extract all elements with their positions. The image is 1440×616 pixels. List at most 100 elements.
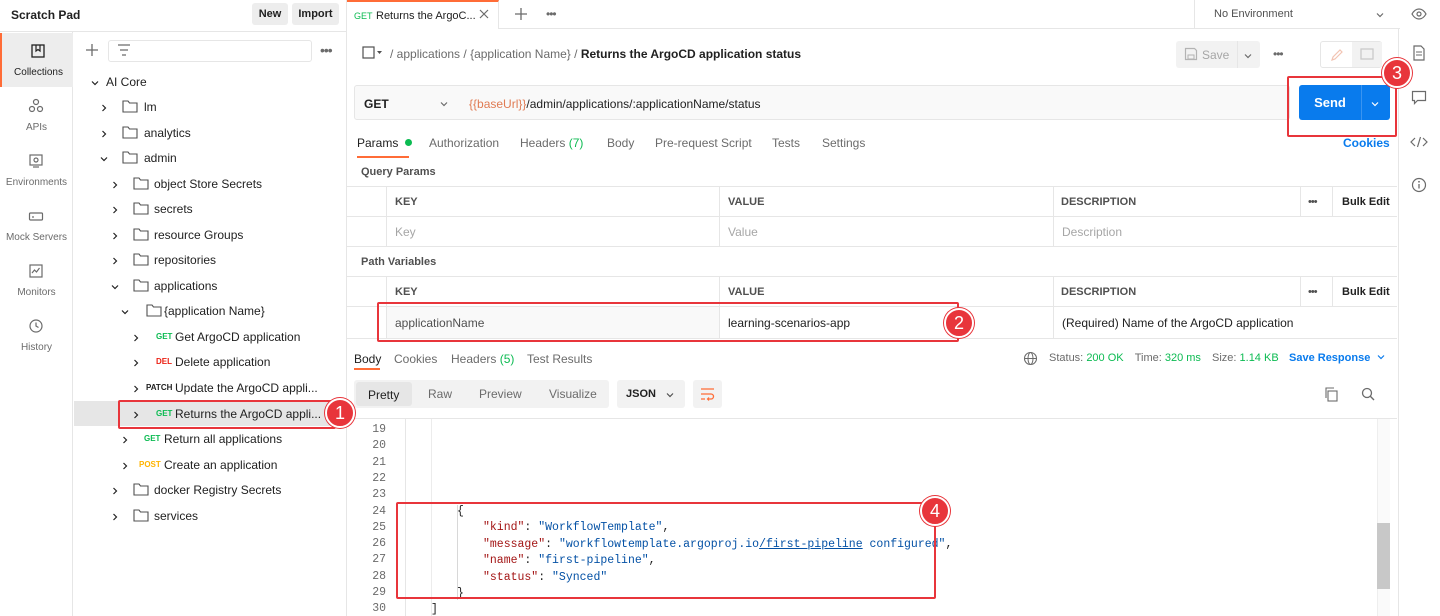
request-more-icon[interactable]: •••	[1273, 47, 1284, 61]
chevron-right-icon[interactable]	[110, 255, 120, 265]
chevron-right-icon[interactable]	[120, 460, 130, 470]
bulk-edit-link[interactable]: Bulk Edit	[1342, 196, 1390, 208]
tree-folder[interactable]: secrets	[74, 196, 346, 221]
response-tab-cookies[interactable]: Cookies	[394, 352, 437, 366]
save-response-button[interactable]: Save Response	[1289, 352, 1386, 364]
time-label: Time:	[1134, 352, 1162, 364]
method-select[interactable]: GET	[354, 85, 458, 120]
tree-folder[interactable]: resource Groups	[74, 222, 346, 247]
path-variable-description[interactable]: (Required) Name of the ArgoCD applicatio…	[1062, 316, 1293, 330]
monitors-icon	[28, 263, 44, 279]
view-visualize[interactable]: Visualize	[549, 387, 597, 401]
response-tab-headers[interactable]: Headers (5)	[451, 352, 514, 366]
tree-root[interactable]: AI Core	[74, 69, 346, 94]
save-button[interactable]: Save	[1176, 41, 1260, 68]
chevron-right-icon[interactable]	[110, 204, 120, 214]
view-pretty[interactable]: Pretty	[356, 382, 412, 406]
tabs-more-icon[interactable]: •••	[546, 7, 557, 21]
chevron-right-icon[interactable]	[110, 230, 120, 240]
more-options-icon[interactable]: •••	[320, 42, 333, 58]
tree-folder[interactable]: lm	[74, 94, 346, 119]
rail-mock-servers[interactable]: Mock Servers	[0, 198, 73, 252]
chevron-right-icon[interactable]	[120, 434, 130, 444]
rail-apis[interactable]: APIs	[0, 88, 73, 142]
add-collection-icon[interactable]	[85, 43, 99, 57]
response-tab-test-results[interactable]: Test Results	[527, 352, 592, 366]
status-value[interactable]: 200 OK	[1086, 352, 1123, 364]
chevron-right-icon[interactable]	[110, 485, 120, 495]
new-tab-icon[interactable]	[514, 7, 528, 24]
tree-folder[interactable]: {application Name}	[74, 298, 346, 323]
documentation-icon[interactable]	[1412, 45, 1426, 64]
tab-body[interactable]: Body	[607, 136, 634, 150]
chevron-right-icon[interactable]	[131, 332, 141, 342]
wrap-lines-button[interactable]	[693, 380, 722, 408]
import-button[interactable]: Import	[292, 3, 339, 25]
tree-folder[interactable]: object Store Secrets	[74, 171, 346, 196]
tree-folder[interactable]: admin	[74, 145, 346, 170]
breadcrumb-application-name[interactable]: {application Name}	[470, 47, 571, 61]
description-input[interactable]: Description	[1062, 225, 1122, 239]
chevron-right-icon[interactable]	[99, 128, 109, 138]
key-input[interactable]: Key	[395, 225, 416, 239]
tree-request[interactable]: PATCH Update the ArgoCD appli...	[74, 375, 346, 400]
globe-icon[interactable]	[1023, 351, 1038, 369]
code-snippet-icon[interactable]	[1410, 136, 1428, 151]
close-icon[interactable]	[478, 8, 490, 23]
chevron-right-icon[interactable]	[110, 511, 120, 521]
tab-tests[interactable]: Tests	[772, 136, 800, 150]
time-value[interactable]: 320 ms	[1165, 352, 1201, 364]
tree-folder[interactable]: repositories	[74, 247, 346, 272]
chevron-right-icon[interactable]	[131, 383, 141, 393]
table-more-icon[interactable]: •••	[1308, 286, 1318, 298]
tab-authorization[interactable]: Authorization	[429, 136, 499, 150]
value-input[interactable]: Value	[728, 225, 758, 239]
tree-folder[interactable]: applications	[74, 273, 346, 298]
info-icon[interactable]	[1411, 177, 1427, 196]
tab-settings[interactable]: Settings	[822, 136, 865, 150]
size-value[interactable]: 1.14 KB	[1240, 352, 1279, 364]
copy-icon[interactable]	[1324, 387, 1338, 405]
pencil-icon[interactable]	[1330, 48, 1344, 65]
comments-icon[interactable]	[1411, 90, 1427, 108]
chevron-right-icon[interactable]	[99, 102, 109, 112]
chevron-down-icon[interactable]	[110, 281, 120, 291]
request-tab[interactable]: GET Returns the ArgoC...	[347, 0, 499, 29]
format-select[interactable]: JSON	[617, 380, 685, 408]
comment-toggle-icon[interactable]	[1352, 42, 1382, 67]
eye-icon[interactable]	[1411, 7, 1427, 24]
edit-mode-toggle[interactable]	[1320, 41, 1382, 68]
search-icon[interactable]	[1361, 387, 1375, 404]
breadcrumb-applications[interactable]: applications	[397, 47, 460, 61]
tab-headers[interactable]: Headers (7)	[520, 136, 583, 150]
cookies-link[interactable]: Cookies	[1343, 136, 1390, 150]
tree-request[interactable]: POST Create an application	[74, 452, 346, 477]
tree-search-input[interactable]	[108, 40, 312, 62]
view-preview[interactable]: Preview	[479, 387, 522, 401]
environment-select[interactable]: No Environment	[1195, 0, 1400, 28]
chevron-down-icon[interactable]	[120, 306, 130, 316]
tree-request[interactable]: GET Return all applications	[74, 426, 346, 451]
rail-collections[interactable]: Collections	[0, 33, 73, 87]
tab-params[interactable]: Params	[357, 136, 412, 158]
bulk-edit-link[interactable]: Bulk Edit	[1342, 286, 1390, 298]
new-button[interactable]: New	[252, 3, 288, 25]
annotation-box-4	[396, 502, 936, 599]
chevron-right-icon[interactable]	[110, 179, 120, 189]
chevron-right-icon[interactable]	[131, 357, 141, 367]
url-input[interactable]: {{baseUrl}}/admin/applications/:applicat…	[457, 85, 1290, 120]
tree-folder[interactable]: services	[74, 503, 346, 528]
chevron-down-icon[interactable]	[99, 153, 109, 163]
rail-environments[interactable]: Environments	[0, 143, 73, 197]
rail-history[interactable]: History	[0, 308, 73, 362]
response-tab-body[interactable]: Body	[354, 352, 381, 366]
scrollbar-thumb[interactable]	[1377, 523, 1390, 589]
rail-monitors[interactable]: Monitors	[0, 253, 73, 307]
tab-prerequest-script[interactable]: Pre-request Script	[655, 136, 752, 150]
table-more-icon[interactable]: •••	[1308, 196, 1318, 208]
view-raw[interactable]: Raw	[428, 387, 452, 401]
tree-request[interactable]: DEL Delete application	[74, 349, 346, 374]
tree-folder[interactable]: docker Registry Secrets	[74, 477, 346, 502]
tree-folder[interactable]: analytics	[74, 120, 346, 145]
tree-request[interactable]: GET Get ArgoCD application	[74, 324, 346, 349]
